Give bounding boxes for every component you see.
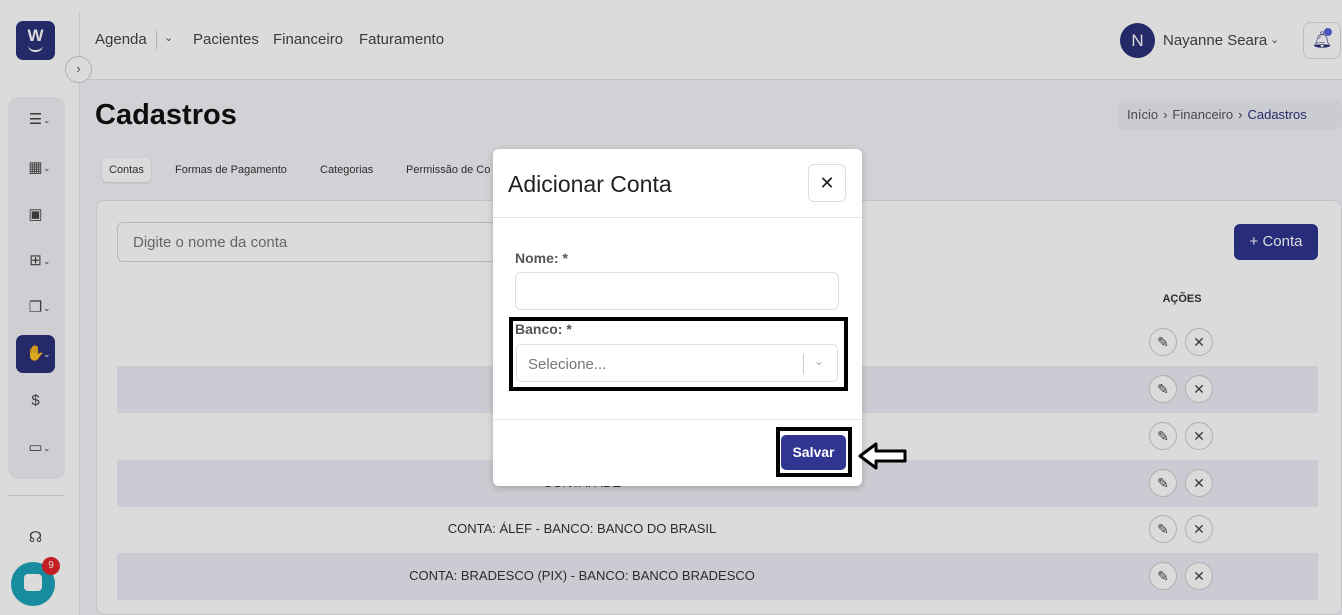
modal-footer-divider (493, 419, 862, 420)
name-field[interactable] (515, 272, 839, 310)
arrow-left-icon (858, 442, 907, 470)
modal-title: Adicionar Conta (508, 171, 672, 197)
close-icon: ✕ (819, 173, 835, 193)
save-button-highlight (776, 427, 852, 477)
close-button[interactable]: ✕ (808, 164, 846, 202)
modal-header: Adicionar Conta ✕ (493, 149, 862, 218)
bank-field-highlight (509, 317, 848, 391)
name-label: Nome: * (515, 250, 568, 266)
